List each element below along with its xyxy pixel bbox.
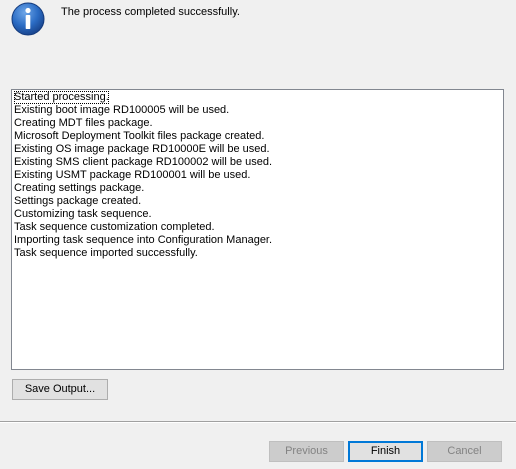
previous-button[interactable]: Previous [269, 441, 344, 462]
log-line-item: Settings package created. [14, 195, 503, 208]
log-line: Existing SMS client package RD100002 wil… [14, 156, 273, 168]
log-line: Customizing task sequence. [14, 208, 152, 220]
wizard-completion-page: The process completed successfully. Star… [0, 0, 516, 469]
log-line: Existing USMT package RD100001 will be u… [14, 169, 251, 181]
log-line-item: Task sequence customization completed. [14, 221, 503, 234]
log-line-item: Creating MDT files package. [14, 117, 503, 130]
cancel-button[interactable]: Cancel [427, 441, 502, 462]
log-line: Settings package created. [14, 195, 142, 207]
log-line: Task sequence customization completed. [14, 221, 215, 233]
log-line: Started processing. [14, 91, 109, 104]
log-line-item: Started processing. [14, 91, 503, 104]
log-line-item: Customizing task sequence. [14, 208, 503, 221]
log-line: Creating settings package. [14, 182, 145, 194]
finish-button[interactable]: Finish [348, 441, 423, 462]
log-line-item: Existing OS image package RD10000E will … [14, 143, 503, 156]
log-line-item: Task sequence imported successfully. [14, 247, 503, 260]
log-line-item: Existing USMT package RD100001 will be u… [14, 169, 503, 182]
log-line: Existing OS image package RD10000E will … [14, 143, 270, 155]
information-icon [11, 2, 45, 36]
footer-divider [0, 421, 516, 423]
output-log-textbox[interactable]: Started processing. Existing boot image R… [11, 89, 504, 370]
log-line: Microsoft Deployment Toolkit files packa… [14, 130, 265, 142]
log-line: Task sequence imported successfully. [14, 247, 198, 259]
completion-message: The process completed successfully. [61, 6, 240, 18]
save-output-button[interactable]: Save Output... [12, 379, 108, 400]
log-line: Creating MDT files package. [14, 117, 153, 129]
log-line-item: Creating settings package. [14, 182, 503, 195]
log-line: Existing boot image RD100005 will be use… [14, 104, 230, 116]
log-line-item: Importing task sequence into Configurati… [14, 234, 503, 247]
log-line: Importing task sequence into Configurati… [14, 234, 273, 246]
output-log-lines: Started processing. Existing boot image R… [12, 90, 503, 260]
log-line-item: Microsoft Deployment Toolkit files packa… [14, 130, 503, 143]
log-line-item: Existing SMS client package RD100002 wil… [14, 156, 503, 169]
log-line-item: Existing boot image RD100005 will be use… [14, 104, 503, 117]
